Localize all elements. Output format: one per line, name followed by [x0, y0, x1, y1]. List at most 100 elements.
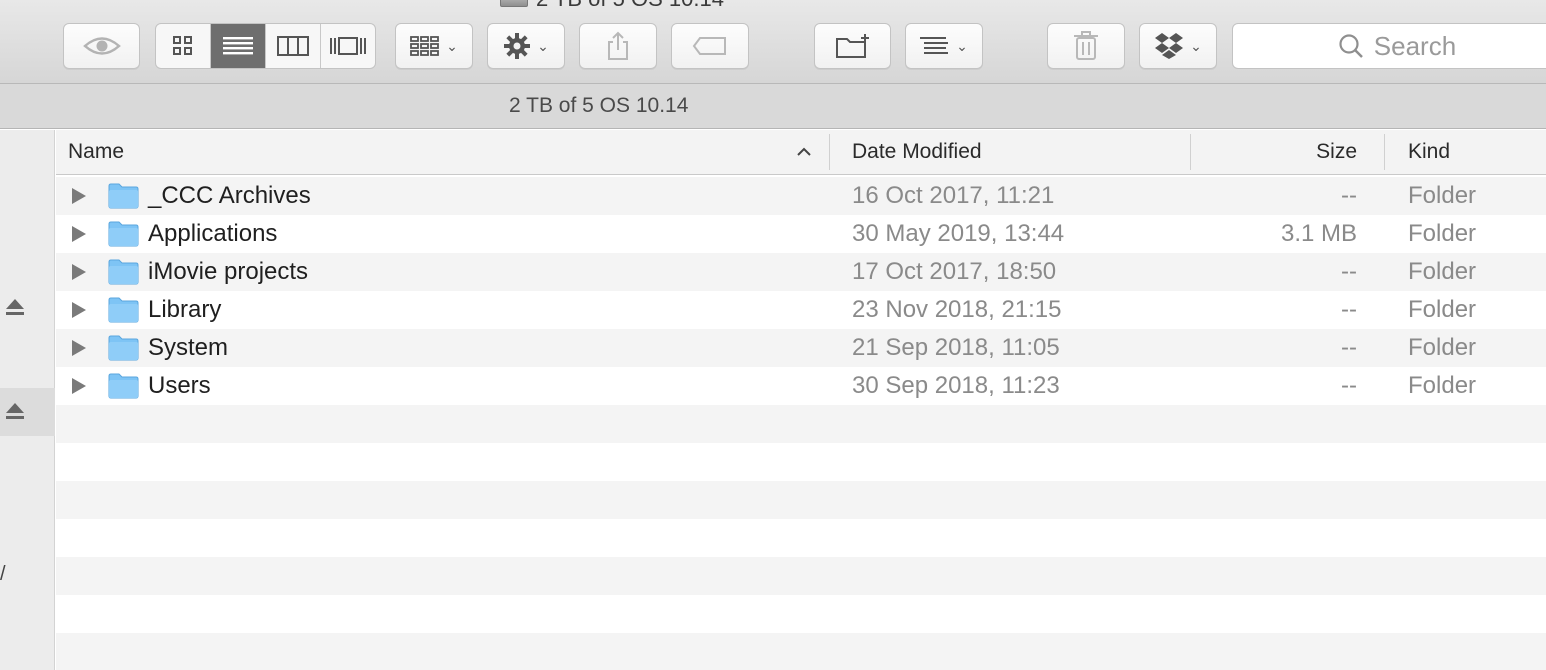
- table-row[interactable]: Applications 30 May 2019, 13:44 3.1 MB F…: [56, 215, 1546, 253]
- disclosure-triangle-icon[interactable]: [72, 226, 86, 242]
- new-folder-icon: [835, 34, 869, 58]
- column-view-button[interactable]: [266, 24, 321, 68]
- column-header-size[interactable]: Size: [1316, 140, 1357, 164]
- disclosure-triangle-icon[interactable]: [72, 340, 86, 356]
- file-kind: Folder: [1408, 372, 1477, 399]
- file-name: Users: [148, 372, 211, 399]
- table-row[interactable]: Library 23 Nov 2018, 21:15 -- Folder: [56, 291, 1546, 329]
- file-rows: _CCC Archives 16 Oct 2017, 11:21 -- Fold…: [56, 177, 1546, 670]
- chevron-down-icon: ⌄: [537, 37, 549, 54]
- empty-row: [56, 633, 1546, 670]
- empty-row: [56, 443, 1546, 481]
- disclosure-triangle-icon[interactable]: [72, 378, 86, 394]
- file-size: --: [1341, 258, 1357, 285]
- toolbar: 2 TB of 5 OS 10.14: [0, 0, 1546, 84]
- file-name: Library: [148, 296, 222, 323]
- trash-button[interactable]: [1047, 23, 1125, 69]
- table-row[interactable]: _CCC Archives 16 Oct 2017, 11:21 -- Fold…: [56, 177, 1546, 215]
- disclosure-triangle-icon[interactable]: [72, 264, 86, 280]
- sort-ascending-icon[interactable]: [794, 142, 814, 162]
- chevron-down-icon: ⌄: [956, 37, 968, 54]
- column-header-kind[interactable]: Kind: [1408, 140, 1450, 164]
- sidebar-item-label: /: [0, 563, 6, 585]
- action-button[interactable]: ⌄: [487, 23, 565, 69]
- tag-button[interactable]: [671, 23, 749, 69]
- window-title: 2 TB of 5 OS 10.14: [500, 0, 724, 12]
- share-button[interactable]: [579, 23, 657, 69]
- folder-icon: [108, 373, 139, 399]
- table-row[interactable]: iMovie projects 17 Oct 2017, 18:50 -- Fo…: [56, 253, 1546, 291]
- view-mode-control: [155, 23, 376, 69]
- dropbox-icon: [1155, 33, 1184, 59]
- window-title-text: 2 TB of 5 OS 10.14: [536, 0, 724, 12]
- column-header-date[interactable]: Date Modified: [852, 140, 982, 164]
- file-kind: Folder: [1408, 182, 1477, 209]
- file-size: --: [1341, 334, 1357, 361]
- file-name: Applications: [148, 220, 278, 247]
- file-name: iMovie projects: [148, 258, 309, 285]
- path-label: 2 TB of 5 OS 10.14: [509, 94, 689, 117]
- file-kind: Folder: [1408, 258, 1477, 285]
- search-field[interactable]: Search: [1232, 23, 1546, 69]
- file-date: 17 Oct 2017, 18:50: [852, 258, 1057, 285]
- column-divider[interactable]: [829, 134, 830, 170]
- column-view-icon: [277, 36, 309, 56]
- file-date: 30 May 2019, 13:44: [852, 220, 1065, 247]
- search-placeholder: Search: [1373, 30, 1457, 61]
- file-kind: Folder: [1408, 220, 1477, 247]
- eject-icon[interactable]: [4, 400, 26, 422]
- file-size: 3.1 MB: [1280, 220, 1357, 247]
- search-icon: [1339, 34, 1363, 58]
- file-date: 16 Oct 2017, 11:21: [852, 182, 1055, 209]
- sidebar: /: [0, 130, 55, 670]
- file-kind: Folder: [1408, 296, 1477, 323]
- empty-row: [56, 481, 1546, 519]
- eye-icon: [82, 37, 121, 55]
- gallery-view-button[interactable]: [321, 24, 375, 68]
- chevron-down-icon: ⌄: [446, 37, 458, 54]
- disclosure-triangle-icon[interactable]: [72, 188, 86, 204]
- gallery-view-icon: [330, 37, 366, 55]
- table-row[interactable]: Users 30 Sep 2018, 11:23 -- Folder: [56, 367, 1546, 405]
- file-size: --: [1341, 182, 1357, 209]
- column-divider[interactable]: [1384, 134, 1385, 170]
- empty-row: [56, 595, 1546, 633]
- quicklook-button[interactable]: [63, 23, 140, 69]
- file-kind: Folder: [1408, 334, 1477, 361]
- folder-icon: [108, 183, 139, 209]
- file-size: --: [1341, 372, 1357, 399]
- file-list: Name Date Modified Size Kind _CCC Archiv…: [56, 130, 1546, 670]
- empty-row: [56, 519, 1546, 557]
- group-by-icon: [410, 36, 440, 56]
- gear-icon: [504, 33, 531, 59]
- icon-view-icon: [173, 36, 192, 55]
- empty-row: [56, 557, 1546, 595]
- path-bar: 2 TB of 5 OS 10.14: [0, 84, 1546, 129]
- folder-icon: [108, 221, 139, 247]
- folder-icon: [108, 259, 139, 285]
- group-by-button[interactable]: ⌄: [395, 23, 473, 69]
- folder-icon: [108, 335, 139, 361]
- hard-disk-icon: [500, 0, 528, 7]
- file-date: 21 Sep 2018, 11:05: [852, 334, 1060, 361]
- share-icon: [608, 31, 628, 60]
- icon-view-button[interactable]: [156, 24, 211, 68]
- chevron-down-icon: ⌄: [1190, 37, 1202, 54]
- file-date: 30 Sep 2018, 11:23: [852, 372, 1060, 399]
- folder-icon: [108, 297, 139, 323]
- trash-icon: [1074, 31, 1098, 60]
- dropbox-button[interactable]: ⌄: [1139, 23, 1217, 69]
- arrange-icon: [920, 37, 949, 54]
- list-view-icon: [223, 37, 253, 55]
- eject-icon[interactable]: [4, 296, 26, 318]
- new-folder-button[interactable]: [814, 23, 891, 69]
- file-name: System: [148, 334, 229, 361]
- tag-icon: [692, 37, 726, 55]
- arrange-button[interactable]: ⌄: [905, 23, 983, 69]
- column-header-name[interactable]: Name: [68, 140, 124, 164]
- list-view-button[interactable]: [211, 24, 266, 68]
- file-size: --: [1341, 296, 1357, 323]
- column-divider[interactable]: [1190, 134, 1191, 170]
- table-row[interactable]: System 21 Sep 2018, 11:05 -- Folder: [56, 329, 1546, 367]
- disclosure-triangle-icon[interactable]: [72, 302, 86, 318]
